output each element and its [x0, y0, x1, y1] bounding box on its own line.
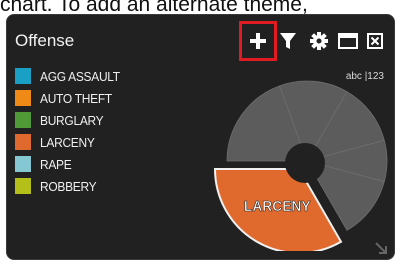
legend-swatch: [15, 134, 31, 150]
maximize-button[interactable]: [337, 30, 359, 52]
legend-item[interactable]: AGG ASSAULT: [15, 65, 127, 87]
legend-swatch: [15, 68, 31, 84]
legend-label: AUTO THEFT: [40, 90, 112, 106]
filter-icon: [280, 32, 296, 49]
legend-item[interactable]: BURGLARY: [15, 109, 127, 131]
legend-label: RAPE: [40, 156, 72, 172]
legend-swatch: [15, 90, 31, 106]
legend-swatch: [15, 156, 31, 172]
offense-widget: Offense AGG ASSAULT AUTO THEFT BURGLARY …: [6, 14, 395, 260]
close-icon: [367, 33, 383, 49]
gear-icon: [310, 32, 328, 50]
legend-label: BURGLARY: [40, 112, 104, 128]
resize-handle-icon[interactable]: [374, 241, 388, 255]
legend-label: ROBBERY: [40, 178, 97, 194]
legend-item[interactable]: ROBBERY: [15, 175, 127, 197]
legend-item[interactable]: LARCENY: [15, 131, 127, 153]
legend-swatch: [15, 112, 31, 128]
legend-label: AGG ASSAULT: [40, 68, 120, 84]
donut-hole: [285, 143, 325, 183]
filter-button[interactable]: [277, 30, 299, 52]
widget-title: Offense: [15, 31, 75, 50]
legend-item[interactable]: RAPE: [15, 153, 127, 175]
close-button[interactable]: [364, 30, 386, 52]
legend-item[interactable]: AUTO THEFT: [15, 87, 127, 109]
donut-chart: LARCENY: [213, 80, 388, 251]
settings-button[interactable]: [308, 30, 330, 52]
legend-swatch: [15, 178, 31, 194]
legend: AGG ASSAULT AUTO THEFT BURGLARY LARCENY …: [15, 65, 127, 197]
highlight-box: [239, 21, 277, 61]
legend-label: LARCENY: [40, 134, 95, 150]
maximize-icon: [338, 33, 358, 49]
slice-label: LARCENY: [244, 199, 311, 216]
